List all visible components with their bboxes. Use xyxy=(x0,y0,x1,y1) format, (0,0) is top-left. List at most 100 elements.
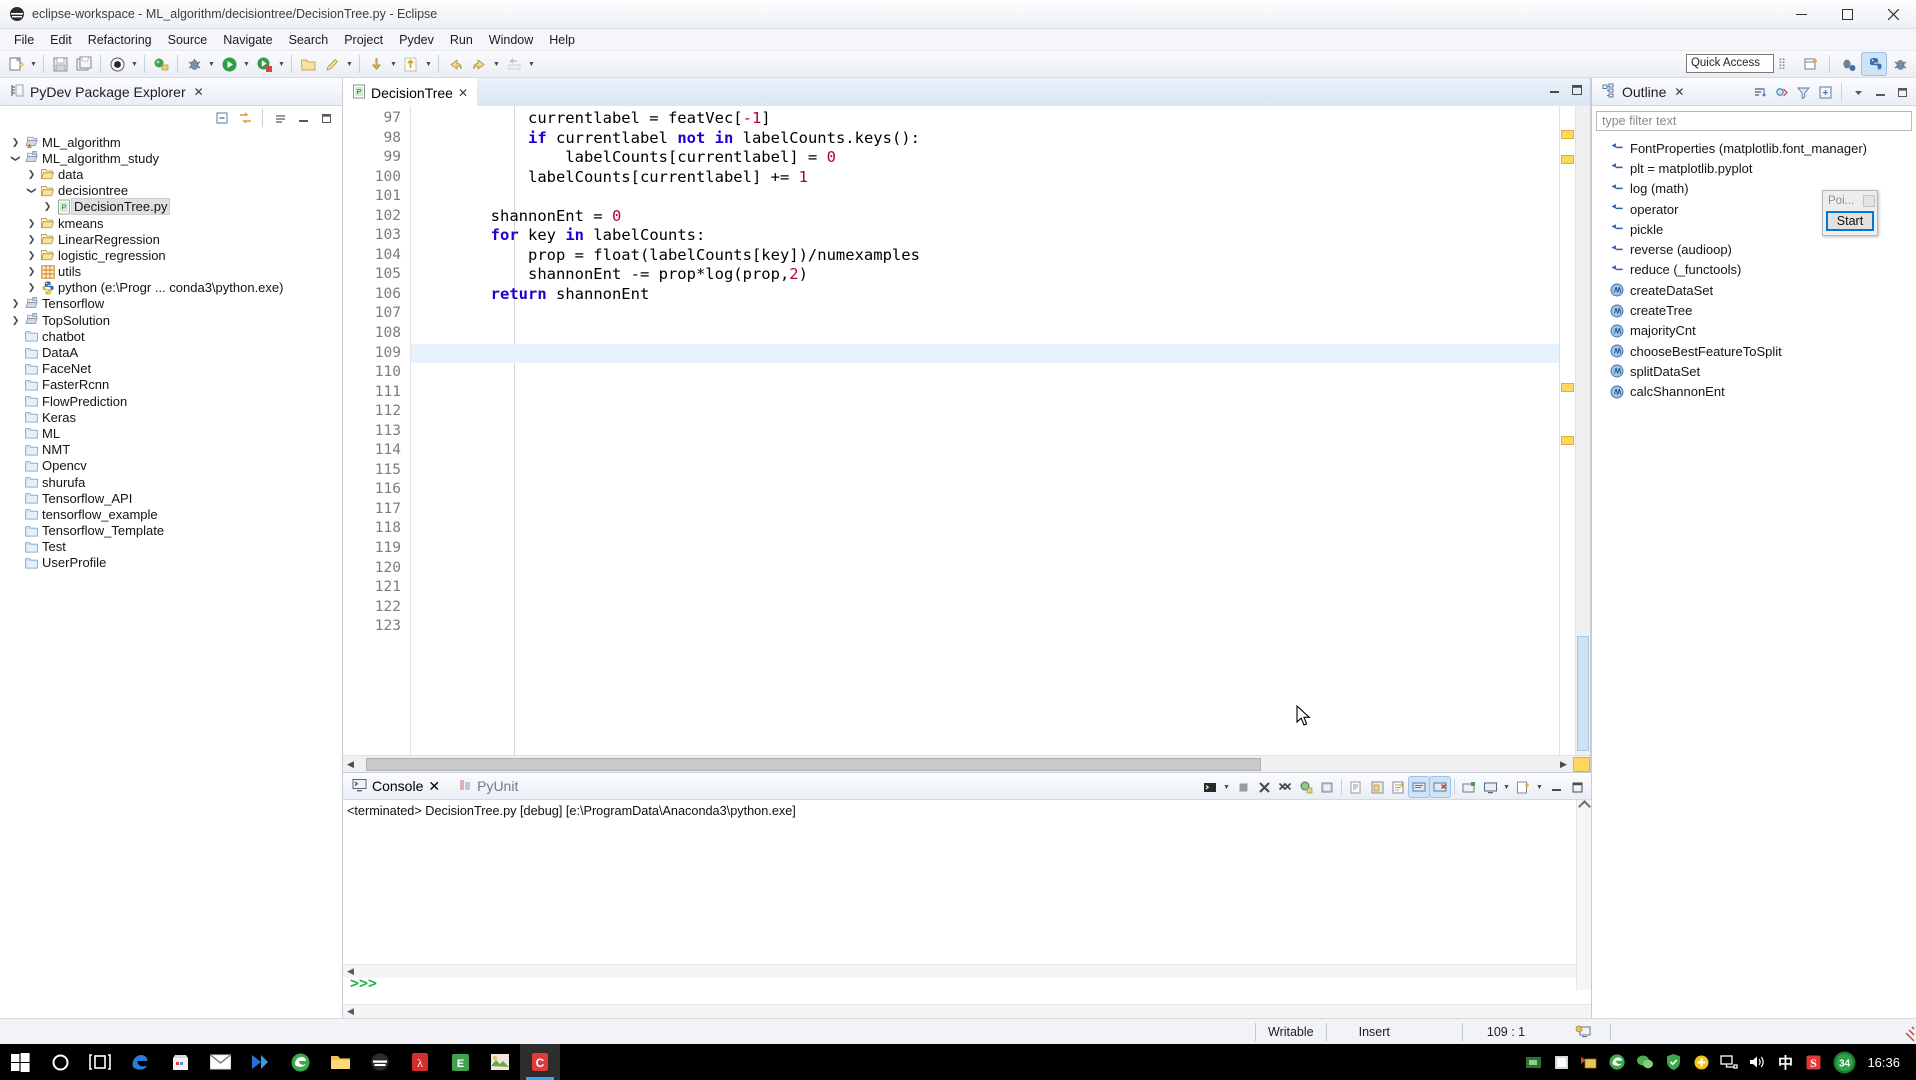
chevron-right-icon[interactable]: ❯ xyxy=(8,315,23,326)
code-line[interactable]: return shannonEnt xyxy=(411,285,1559,305)
360-browser-icon[interactable] xyxy=(280,1044,320,1080)
tree-item-dataa[interactable]: DataA xyxy=(0,344,342,360)
eclipse-active-window[interactable]: C xyxy=(520,1044,560,1080)
display-selected-console-icon[interactable] xyxy=(1200,777,1220,797)
kugou-app-icon[interactable] xyxy=(240,1044,280,1080)
tree-item-kmeans[interactable]: ❯ kmeans xyxy=(0,215,342,231)
run-last-icon[interactable] xyxy=(253,53,275,75)
code-line[interactable] xyxy=(411,559,1559,579)
close-icon[interactable]: ✕ xyxy=(428,778,440,795)
code-line[interactable] xyxy=(411,324,1559,344)
tree-item-fasterrcnn[interactable]: FasterRcnn xyxy=(0,377,342,393)
show-console-when-output-icon[interactable] xyxy=(1408,776,1430,798)
menu-pydev[interactable]: Pydev xyxy=(391,30,442,50)
editor-vertical-scrollbar[interactable] xyxy=(1575,106,1590,755)
chevron-right-icon[interactable]: ❯ xyxy=(24,169,39,180)
overview-marker[interactable] xyxy=(1561,155,1574,164)
tree-item-ml[interactable]: ML xyxy=(0,425,342,441)
code-line[interactable]: prop = float(labelCounts[key])/numexampl… xyxy=(411,246,1559,266)
external-tools-icon[interactable] xyxy=(150,53,172,75)
tree-item-facenet[interactable]: FaceNet xyxy=(0,361,342,377)
perspective-pydev-icon[interactable] xyxy=(1861,52,1887,76)
outline-item-createdataset[interactable]: createDataSet xyxy=(1592,280,1916,300)
outline-item-calcshannonent[interactable]: calcShannonEnt xyxy=(1592,382,1916,402)
console-output[interactable]: <terminated> DecisionTree.py [debug] [e:… xyxy=(343,800,1591,1018)
outline-item-reduce[interactable]: reduce (_functools) xyxy=(1592,260,1916,280)
network-tray-icon[interactable] xyxy=(1715,1044,1743,1080)
tab-outline[interactable]: Outline ✕ xyxy=(1592,78,1692,106)
expand-icon[interactable] xyxy=(1815,82,1835,102)
outline-item-splitdataset[interactable]: splitDataSet xyxy=(1592,361,1916,381)
tree-item-topsolution[interactable]: ❯ P TopSolution xyxy=(0,312,342,328)
overview-marker[interactable] xyxy=(1561,130,1574,139)
code-line[interactable]: currentlabel = featVec[-1] xyxy=(411,109,1559,129)
tree-item-data[interactable]: ❯ data xyxy=(0,166,342,182)
code-line[interactable]: shannonEnt = 0 xyxy=(411,207,1559,227)
code-line[interactable]: for key in labelCounts: xyxy=(411,226,1559,246)
tree-item-utils[interactable]: ❯ utils xyxy=(0,264,342,280)
eclipse-taskbar-icon[interactable] xyxy=(360,1044,400,1080)
microsoft-store-icon[interactable] xyxy=(160,1044,200,1080)
tree-item-flowprediction[interactable]: FlowPrediction xyxy=(0,393,342,409)
outline-item-plt[interactable]: plt = matplotlib.pyplot xyxy=(1592,158,1916,178)
scrollbar-thumb[interactable] xyxy=(366,757,1261,771)
nvidia-tray-icon[interactable] xyxy=(1519,1044,1547,1080)
menu-help[interactable]: Help xyxy=(541,30,583,50)
code-line[interactable] xyxy=(411,617,1559,637)
shield-tray-icon[interactable] xyxy=(1659,1044,1687,1080)
overview-ruler[interactable] xyxy=(1559,106,1575,755)
scroll-left-icon[interactable]: ◀ xyxy=(343,757,358,772)
close-icon[interactable]: ✕ xyxy=(1674,85,1684,99)
ime-indicator[interactable]: 中 xyxy=(1771,1044,1799,1080)
tree-item-shurufa[interactable]: shurufa xyxy=(0,474,342,490)
project-tree[interactable]: ❯ ML_algorithm ❯ P ML_algorithm_study ❯ data ❯ d… xyxy=(0,130,342,1018)
code-line[interactable] xyxy=(411,539,1559,559)
forward-nav-icon[interactable] xyxy=(468,53,490,75)
tree-item-opencv[interactable]: Opencv xyxy=(0,458,342,474)
minimize-editor-icon[interactable] xyxy=(1548,83,1562,100)
tree-item-ml-algorithm[interactable]: ❯ ML_algorithm xyxy=(0,134,342,150)
code-line[interactable] xyxy=(411,500,1559,520)
edge-browser-icon[interactable] xyxy=(120,1044,160,1080)
outline-filter-input[interactable]: type filter text xyxy=(1596,111,1912,131)
close-button[interactable] xyxy=(1870,0,1916,29)
menu-navigate[interactable]: Navigate xyxy=(215,30,280,50)
code-line[interactable]: shannonEnt -= prop*log(prop,2) xyxy=(411,265,1559,285)
code-line[interactable] xyxy=(411,598,1559,618)
run-dropdown-icon[interactable]: ▼ xyxy=(241,53,252,75)
new-console-view-icon[interactable] xyxy=(1388,777,1408,797)
volume-tray-icon[interactable] xyxy=(1743,1044,1771,1080)
minimize-console-icon[interactable] xyxy=(1546,777,1566,797)
menu-edit[interactable]: Edit xyxy=(42,30,80,50)
new-console-dropdown-icon[interactable]: ▼ xyxy=(1534,776,1545,798)
scroll-right-icon[interactable]: ▶ xyxy=(1556,757,1571,772)
chevron-right-icon[interactable]: ❯ xyxy=(8,298,23,309)
close-icon[interactable]: ✕ xyxy=(458,86,468,100)
chevron-right-icon[interactable]: ❯ xyxy=(24,282,39,293)
status-resize-grip[interactable] xyxy=(1898,1019,1916,1045)
menu-file[interactable]: File xyxy=(6,30,42,50)
outline-item-reverse[interactable]: reverse (audioop) xyxy=(1592,239,1916,259)
perspective-debug2-icon[interactable] xyxy=(1888,53,1912,75)
menu-window[interactable]: Window xyxy=(481,30,541,50)
code-line[interactable] xyxy=(411,383,1559,403)
wechat-tray-icon[interactable] xyxy=(1631,1044,1659,1080)
show-console-error-icon[interactable] xyxy=(1429,776,1451,798)
update-tray-icon[interactable] xyxy=(1687,1044,1715,1080)
new-wizard-icon[interactable] xyxy=(5,53,27,75)
outline-list[interactable]: FontProperties (matplotlib.font_manager)… xyxy=(1592,133,1916,1018)
chevron-down-icon[interactable]: ❯ xyxy=(10,151,21,166)
run-last-dropdown-icon[interactable]: ▼ xyxy=(276,53,287,75)
maximize-button[interactable] xyxy=(1824,0,1870,29)
code-line[interactable] xyxy=(411,402,1559,422)
tree-item-logistic-regression[interactable]: ❯ logistic_regression xyxy=(0,247,342,263)
tree-item-chatbot[interactable]: chatbot xyxy=(0,328,342,344)
menu-project[interactable]: Project xyxy=(336,30,391,50)
pin-console-icon[interactable] xyxy=(1367,777,1387,797)
overview-marker[interactable] xyxy=(1561,383,1574,392)
tree-item-userprofile[interactable]: UserProfile xyxy=(0,555,342,571)
outline-item-createtree[interactable]: createTree xyxy=(1592,300,1916,320)
scrollbar-thumb[interactable] xyxy=(1577,636,1589,751)
outline-item-fontproperties[interactable]: FontProperties (matplotlib.font_manager) xyxy=(1592,138,1916,158)
remove-console-icon[interactable] xyxy=(1254,777,1274,797)
